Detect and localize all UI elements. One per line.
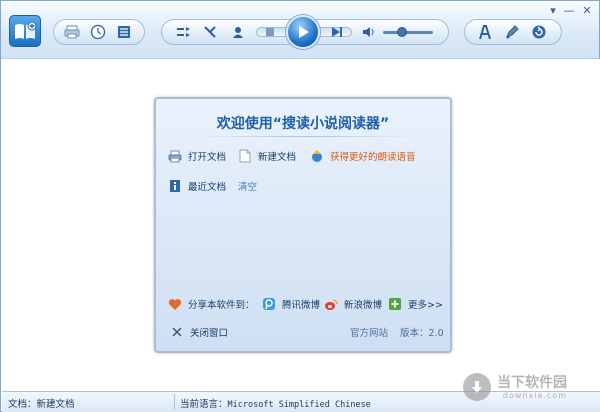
tencent-weibo-icon bbox=[262, 297, 276, 311]
recent-documents-label: 最近文档 bbox=[188, 182, 227, 193]
share-label: 分享本软件到： bbox=[188, 300, 255, 311]
close-window-button[interactable]: 关闭窗口 bbox=[170, 325, 228, 339]
status-language-value: Microsoft Simplified Chinese bbox=[227, 400, 371, 410]
more-share-link[interactable]: 更多>> bbox=[388, 297, 443, 311]
more-label: 更多>> bbox=[408, 300, 443, 311]
welcome-dialog: 欢迎使用“搜读小说阅读器” 打开文档 新建文档 获得更好的朗读语音 最近文档 清… bbox=[154, 97, 452, 353]
printer-icon bbox=[168, 149, 182, 163]
status-divider bbox=[174, 394, 175, 410]
print-icon[interactable] bbox=[63, 23, 81, 41]
play-icon bbox=[299, 26, 309, 38]
version-label: 版本：2.0 bbox=[400, 328, 444, 339]
volume-slider[interactable] bbox=[383, 31, 433, 34]
next-icon[interactable] bbox=[328, 23, 346, 41]
status-language: 当前语言：Microsoft Simplified Chinese bbox=[180, 396, 371, 410]
watermark-text: 当下软件园 downxia.com bbox=[497, 375, 567, 400]
recent-documents: 最近文档 bbox=[168, 179, 226, 193]
watermark-sub: downxia.com bbox=[502, 390, 567, 400]
status-document-value: 新建文档 bbox=[36, 399, 75, 410]
info-icon bbox=[168, 179, 182, 193]
new-document-label: 新建文档 bbox=[258, 152, 297, 163]
sina-weibo-label: 新浪微博 bbox=[344, 300, 383, 311]
book-plus-icon bbox=[15, 21, 37, 39]
app-logo[interactable] bbox=[9, 15, 41, 47]
watermark: 当下软件园 downxia.com bbox=[463, 365, 595, 409]
official-site-link[interactable]: 官方网站 bbox=[350, 325, 388, 339]
open-document-label: 打开文档 bbox=[188, 152, 227, 163]
close-window-label: 关闭窗口 bbox=[190, 328, 229, 339]
pen-icon[interactable] bbox=[503, 23, 521, 41]
version-text: 版本：2.0 bbox=[400, 325, 444, 339]
status-document: 文档：新建文档 bbox=[8, 396, 75, 410]
plus-icon bbox=[388, 297, 402, 311]
shuffle-icon[interactable] bbox=[201, 23, 219, 41]
heart-icon bbox=[168, 297, 182, 311]
better-voice-link[interactable]: 获得更好的朗读语音 bbox=[310, 149, 416, 163]
toolbar: ▾ — ✕ bbox=[1, 1, 599, 59]
font-icon[interactable] bbox=[476, 23, 494, 41]
new-file-icon bbox=[238, 149, 252, 163]
app-window: ▾ — ✕ 欢迎使用“搜读小说阅读器” 打开文档 新建文档 获得更好的朗读语音 bbox=[0, 0, 600, 412]
watermark-main: 当下软件园 bbox=[497, 374, 567, 391]
download-arrow-icon bbox=[463, 373, 491, 401]
minimize-icon[interactable]: — bbox=[561, 3, 577, 17]
play-button[interactable] bbox=[286, 15, 320, 49]
dialog-title: 欢迎使用“搜读小说阅读器” bbox=[216, 116, 390, 132]
new-document-link[interactable]: 新建文档 bbox=[238, 149, 296, 163]
status-document-label: 文档： bbox=[8, 399, 37, 410]
x-icon bbox=[170, 325, 184, 339]
user-icon[interactable] bbox=[229, 23, 247, 41]
open-document-link[interactable]: 打开文档 bbox=[168, 149, 226, 163]
refresh-icon[interactable] bbox=[530, 23, 548, 41]
clear-recent-link[interactable]: 清空 bbox=[238, 179, 257, 193]
list-icon[interactable] bbox=[115, 23, 133, 41]
tencent-weibo-link[interactable]: 腾讯微博 bbox=[262, 297, 320, 311]
share-row: 分享本软件到： bbox=[168, 297, 255, 311]
sina-weibo-icon bbox=[324, 297, 338, 311]
clock-icon[interactable] bbox=[89, 23, 107, 41]
stop-icon[interactable] bbox=[261, 23, 279, 41]
close-icon[interactable]: ✕ bbox=[579, 3, 595, 17]
volume-knob[interactable] bbox=[397, 27, 407, 37]
import-icon[interactable] bbox=[175, 23, 193, 41]
better-voice-label: 获得更好的朗读语音 bbox=[330, 152, 416, 163]
volume-icon[interactable] bbox=[360, 23, 378, 41]
official-site-label: 官方网站 bbox=[350, 328, 389, 339]
status-language-label: 当前语言： bbox=[180, 399, 228, 410]
voice-globe-icon bbox=[310, 149, 324, 163]
divider bbox=[196, 136, 416, 137]
menu-dropdown-icon[interactable]: ▾ bbox=[545, 3, 561, 17]
tencent-weibo-label: 腾讯微博 bbox=[282, 300, 321, 311]
sina-weibo-link[interactable]: 新浪微博 bbox=[324, 297, 382, 311]
clear-label: 清空 bbox=[238, 182, 258, 193]
